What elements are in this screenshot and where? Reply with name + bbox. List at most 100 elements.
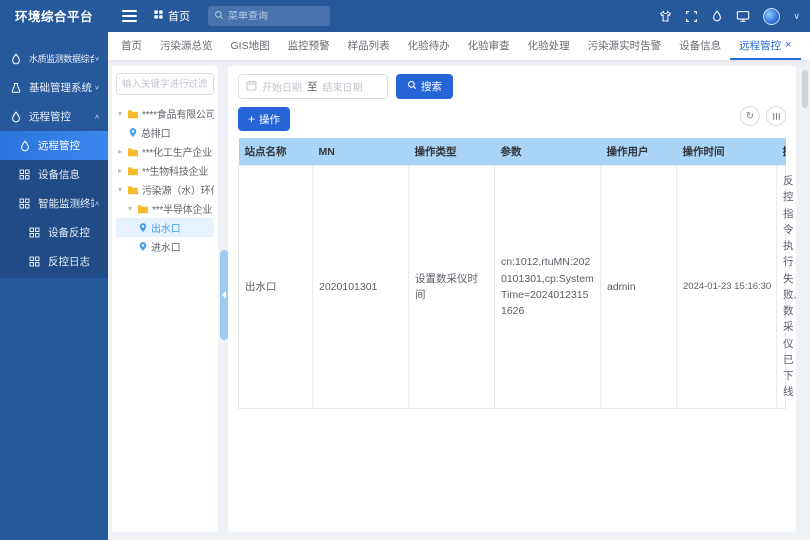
water-analysis-icon [10,52,23,65]
hamburger-menu-icon[interactable] [122,7,137,25]
tree-node-inlet[interactable]: 进水口 [116,237,214,256]
search-button[interactable]: 搜索 [396,74,453,99]
sidebar-item-base-system[interactable]: 基础管理系统 ∨ [0,73,108,102]
col-mn: MN [313,138,409,166]
base-system-icon [10,81,23,94]
main-panel: 开始日期 至 结束日期 搜索 + 操作 ↻ [228,66,796,532]
chevron-down-icon[interactable]: ∨ [793,11,800,22]
tab-monitor-warning[interactable]: 监控预警 [279,32,339,60]
tab-label: 首页 [121,38,142,53]
monitor-icon[interactable] [736,9,750,23]
sidebar-item-label: 远程管控 [29,109,94,124]
col-operation-result: 操作结果 [777,138,786,166]
end-date-placeholder: 结束日期 [323,79,363,94]
app-title: 环境综合平台 [0,0,108,34]
device-grid-icon [19,168,32,181]
filter-row: 开始日期 至 结束日期 搜索 [238,74,786,99]
columns-button[interactable] [766,106,786,126]
tab-lab-process[interactable]: 化验处理 [519,32,579,60]
tab-label: 化验处理 [528,38,570,53]
col-operation-type: 操作类型 [409,138,495,166]
menu-search-box[interactable] [208,6,330,26]
sidebar-item-label: 设备信息 [38,167,100,182]
chevron-up-icon: ∧ [94,200,100,207]
sidebar-item-label: 反控日志 [48,254,100,269]
tree-node-main-outlet[interactable]: 总排口 [116,123,214,142]
tab-remote-control[interactable]: 远程管控 × [730,32,800,60]
tab-lab-todo[interactable]: 化验待办 [399,32,459,60]
tab-gis-map[interactable]: GIS地图 [222,32,279,60]
sidebar-item-remote-control-sub[interactable]: 远程管控 [0,131,108,160]
tab-label: 污染源实时告警 [588,38,662,53]
sidebar-item-remote-control[interactable]: 远程管控 ∧ [0,102,108,131]
tab-pollution-overview[interactable]: 污染源总览 [151,32,222,60]
date-range-picker[interactable]: 开始日期 至 结束日期 [238,74,388,99]
plus-icon: + [248,113,255,125]
sidebar-item-label: 远程管控 [38,138,100,153]
tab-label: GIS地图 [231,38,270,53]
menu-search-input[interactable] [228,11,318,22]
site-tree: ▾ ****食品有限公司 总排口 ▸ ***化工生产企业 ▸ **生物科技企业 … [116,104,214,256]
tree-node-label: ***化工生产企业 [142,144,212,159]
tab-label: 污染源总览 [160,38,213,53]
tab-realtime-alarm[interactable]: 污染源实时告警 [579,32,671,60]
remote-control-icon [10,110,23,123]
col-operator: 操作用户 [601,138,677,166]
tab-label: 样品列表 [348,38,390,53]
tree-node-chemical-company[interactable]: ▸ ***化工生产企业 [116,142,214,161]
table-row[interactable]: 出水口 2020101301 设置数采仪时间 cn:1012,rtuMN:202… [239,166,786,409]
sidebar: 环境综合平台 水质监测数据综合分析 ∨ 基础管理系统 ∨ 远程管控 ∧ 远程管控 [0,0,108,540]
theme-shirt-icon[interactable] [659,10,672,23]
tabbar: 首页 污染源总览 GIS地图 监控预警 样品列表 化验待办 化验审查 化验处理 … [108,32,810,60]
sidebar-item-device-info[interactable]: 设备信息 [0,160,108,189]
sidebar-item-label: 智能监测终端 [38,196,94,211]
search-icon [407,80,417,93]
caret-down-icon[interactable]: ▾ [118,109,127,118]
caret-right-icon[interactable]: ▸ [118,166,127,175]
tab-sample-list[interactable]: 样品列表 [339,32,399,60]
tab-device-control[interactable]: 设备反控 [801,32,810,60]
sidebar-item-smart-terminal[interactable]: 智能监测终端 ∧ [0,189,108,218]
cell-site-name: 出水口 [239,166,313,409]
tree-node-epa-bureau[interactable]: ▾ 污染源（水）环保局 [116,180,214,199]
close-icon[interactable]: × [785,40,791,51]
operate-button[interactable]: + 操作 [238,107,290,131]
cell-operator: admin [601,166,677,409]
refresh-button[interactable]: ↻ [740,106,760,126]
tab-device-info[interactable]: 设备信息 [670,32,730,60]
fullscreen-icon[interactable] [685,10,698,23]
breadcrumb-home[interactable]: 首页 [153,8,190,24]
chevron-up-icon: ∧ [94,113,100,120]
home-icon [153,9,164,23]
tab-label: 远程管控 [739,38,781,53]
scrollbar-thumb[interactable] [802,70,808,108]
sidebar-item-control-log[interactable]: 反控日志 [0,247,108,276]
tree-node-label: **生物科技企业 [142,163,208,178]
operation-log-table: 站点名称 MN 操作类型 参数 操作用户 操作时间 操作结果 出水口 20201… [238,138,786,409]
folder-icon [137,204,149,214]
sidebar-item-water-analysis[interactable]: 水质监测数据综合分析 ∨ [0,44,108,73]
date-range-separator: 至 [307,79,318,94]
tree-node-semiconductor-company[interactable]: ▾ ***半导体企业 [116,199,214,218]
caret-right-icon[interactable]: ▸ [118,147,127,156]
tab-lab-review[interactable]: 化验审查 [459,32,519,60]
col-operation-time: 操作时间 [677,138,777,166]
tree-node-label: 污染源（水）环保局 [142,182,214,197]
tab-label: 设备信息 [679,38,721,53]
tree-node-company[interactable]: ▾ ****食品有限公司 [116,104,214,123]
tab-home[interactable]: 首页 [112,32,151,60]
map-pin-icon [138,222,148,233]
water-drop-icon[interactable] [711,10,723,22]
caret-down-icon[interactable]: ▾ [128,204,137,213]
topbar-actions: ∨ [659,8,800,25]
caret-down-icon[interactable]: ▾ [118,185,127,194]
tree-node-outlet[interactable]: 出水口 [116,218,214,237]
tab-label: 化验审查 [468,38,510,53]
tree-filter-input[interactable] [116,73,214,95]
cell-operation-type: 设置数采仪时间 [409,166,495,409]
tree-node-biotech-company[interactable]: ▸ **生物科技企业 [116,161,214,180]
sidebar-item-device-control[interactable]: 设备反控 [0,218,108,247]
avatar[interactable] [763,8,780,25]
scrollbar-track[interactable] [802,66,808,532]
tab-label: 监控预警 [288,38,330,53]
